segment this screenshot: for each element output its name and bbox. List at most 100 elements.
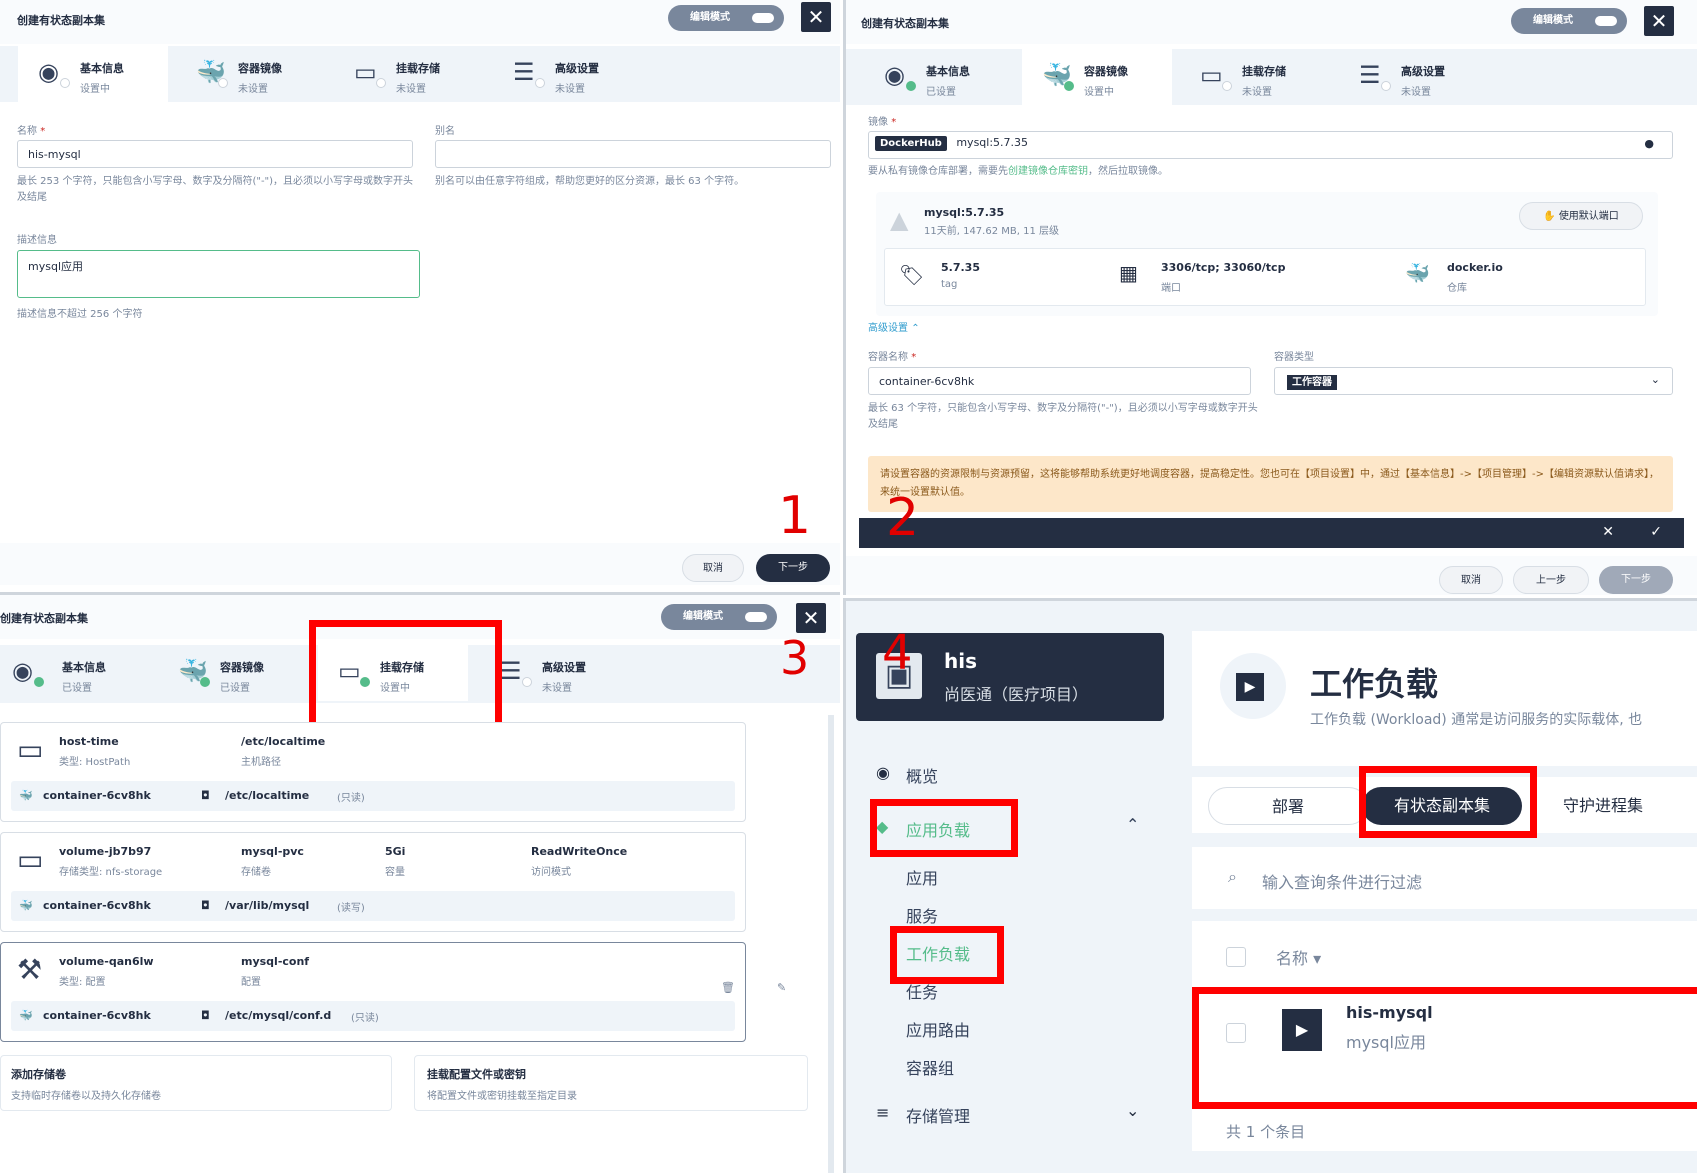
annotation-2: 2: [886, 488, 920, 548]
annotation-3: 3: [780, 631, 810, 685]
tab-container-image[interactable]: 🐳 容器镜像 设置中: [1022, 49, 1172, 105]
desc-label: 描述信息: [17, 235, 57, 246]
docker-icon: 🐳: [178, 657, 210, 687]
hand-icon: ✋: [1543, 211, 1556, 222]
step-tabs: ◉ 基本信息 设置中 🐳 容器镜像 未设置 ▭ 挂载存储 未设置 ☰ 高级设置 …: [0, 46, 840, 102]
next-button[interactable]: 下一步: [756, 554, 830, 582]
use-default-ports-button[interactable]: ✋ 使用默认端口: [1519, 202, 1643, 230]
close-button[interactable]: ✕: [801, 2, 831, 32]
dialog-title: 创建有状态副本集: [17, 14, 105, 27]
mount-path: /etc/localtime: [225, 789, 310, 802]
cancel-icon[interactable]: ✕: [1602, 524, 1614, 540]
nav-apps[interactable]: 应用: [906, 865, 938, 889]
add-volume-card[interactable]: 添加存储卷 支持临时存储卷以及持久化存储卷: [0, 1055, 392, 1111]
tab-storage[interactable]: ▭ 挂载存储 未设置: [1180, 49, 1330, 105]
disk-icon: ▭: [1200, 61, 1232, 91]
nav-storage[interactable]: 存储管理: [906, 1103, 970, 1127]
annotation-1: 1: [778, 486, 812, 546]
tab-advanced[interactable]: ☰ 高级设置 未设置: [480, 645, 630, 701]
prev-button[interactable]: 上一步: [1513, 566, 1589, 594]
edit-mode-toggle[interactable]: 编辑模式: [1511, 8, 1627, 34]
volume-source-label: 存储卷: [241, 867, 271, 878]
tag-icon: 🏷: [899, 263, 925, 287]
edit-mode-toggle[interactable]: 编辑模式: [661, 604, 777, 630]
search-bar[interactable]: ⌕ 输入查询条件进行过滤: [1192, 847, 1697, 909]
port-icon: ▦: [1119, 261, 1138, 285]
container-type-select[interactable]: 工作容器 ⌄: [1274, 367, 1673, 395]
highlight-storage-tab: [309, 620, 502, 732]
cancel-button[interactable]: 取消: [682, 554, 744, 582]
volume-name: volume-jb7b97: [59, 845, 152, 858]
camera-icon: ◘: [201, 789, 210, 802]
nav-routes[interactable]: 应用路由: [906, 1017, 970, 1041]
project-desc: 尚医通（医疗项目）: [944, 685, 1089, 704]
scrollbar[interactable]: [828, 715, 834, 1173]
docker-icon: 🐳: [19, 789, 33, 802]
volume-type: 类型: 配置: [59, 977, 106, 988]
docker-icon: ●: [1644, 137, 1654, 150]
volume-access-mode-label: 访问模式: [531, 867, 571, 878]
name-hint: 最长 253 个字符，只能包含小写字母、数字及分隔符("-")，且必须以小写字母…: [17, 176, 414, 203]
chevron-up-icon[interactable]: ⌃: [1126, 815, 1139, 834]
create-secret-link[interactable]: 创建镜像仓库密钥: [1008, 166, 1088, 177]
highlight-workloads: [890, 926, 1004, 984]
tab-storage[interactable]: ▭ 挂载存储 未设置: [334, 46, 484, 102]
delete-icon[interactable]: 🗑: [721, 981, 735, 994]
volume-card[interactable]: ▭ host-time 类型: HostPath /etc/localtime …: [0, 722, 746, 822]
volume-source: mysql-conf: [241, 955, 310, 968]
close-button[interactable]: ✕: [796, 603, 826, 633]
tab-advanced[interactable]: ☰ 高级设置 未设置: [1339, 49, 1489, 105]
edit-icon[interactable]: ✎: [777, 981, 786, 994]
tab-deployments[interactable]: 部署: [1208, 787, 1368, 825]
tab-container-image[interactable]: 🐳 容器镜像 未设置: [176, 46, 326, 102]
cancel-button[interactable]: 取消: [1439, 566, 1503, 594]
image-info-card: ▲ mysql:5.7.35 11天前, 147.62 MB, 11 层级 ✋ …: [876, 192, 1658, 316]
nav-services[interactable]: 服务: [906, 903, 938, 927]
tab-container-image[interactable]: 🐳 容器镜像 已设置: [158, 645, 308, 701]
add-volume-desc: 支持临时存储卷以及持久化存储卷: [11, 1091, 161, 1102]
dialog-header: 创建有状态副本集 编辑模式 ✕: [846, 0, 1697, 44]
confirm-icon[interactable]: ✓: [1650, 524, 1662, 540]
tab-basic-info[interactable]: ◉ 基本信息 已设置: [864, 49, 1014, 105]
select-all-checkbox[interactable]: [1226, 947, 1246, 967]
alias-input[interactable]: [435, 140, 831, 168]
disk-icon: ▭: [17, 843, 44, 876]
tab-basic-info[interactable]: ◉ 基本信息 已设置: [0, 645, 150, 701]
tab-advanced[interactable]: ☰ 高级设置 未设置: [493, 46, 643, 102]
overview-icon: ◉: [876, 763, 890, 782]
volume-name: volume-qan6lw: [59, 955, 154, 968]
nav-overview[interactable]: 概览: [906, 763, 938, 787]
image-meta: 11天前, 147.62 MB, 11 层级: [924, 226, 1059, 237]
tab-daemonsets[interactable]: 守护进程集: [1518, 787, 1688, 825]
nav-jobs[interactable]: 任务: [906, 979, 938, 1003]
alias-label: 别名: [435, 126, 455, 137]
chevron-down-icon[interactable]: ⌄: [1126, 1101, 1139, 1120]
container-name-input[interactable]: container-6cv8hk: [868, 367, 1251, 395]
desc-textarea[interactable]: mysql应用: [17, 250, 420, 298]
column-name[interactable]: 名称 ▾: [1276, 945, 1321, 969]
step-tabs: ◉ 基本信息 已设置 🐳 容器镜像 设置中 ▭ 挂载存储 未设置 ☰ 高级设置 …: [846, 49, 1697, 105]
volume-mount-row: 🐳 container-6cv8hk ◘ /etc/mysql/conf.d (…: [11, 1001, 735, 1031]
sliders-icon: ☰: [513, 58, 545, 88]
nav-pods[interactable]: 容器组: [906, 1055, 954, 1079]
volume-card[interactable]: ⚒ volume-qan6lw 类型: 配置 mysql-conf 配置 🗑 ✎…: [0, 942, 786, 1042]
disk-icon: ▭: [354, 58, 386, 88]
play-icon: ▶: [1236, 673, 1264, 701]
docker-icon: 🐳: [1042, 61, 1074, 91]
docker-icon: 🐳: [196, 58, 228, 88]
advanced-toggle[interactable]: 高级设置 ⌃: [868, 319, 920, 334]
close-button[interactable]: ✕: [1644, 6, 1674, 36]
image-value: mysql:5.7.35: [956, 136, 1029, 149]
image-name: mysql:5.7.35: [924, 206, 1005, 219]
dialog-header: 创建有状态副本集 编辑模式 ✕: [0, 0, 840, 44]
next-button[interactable]: 下一步: [1599, 566, 1673, 594]
edit-mode-toggle[interactable]: 编辑模式: [668, 5, 784, 31]
volume-card[interactable]: ▭ volume-jb7b97 存储类型: nfs-storage mysql-…: [0, 832, 746, 932]
mount-config-card[interactable]: 挂载配置文件或密钥 将配置文件或密钥挂载至指定目录: [414, 1055, 808, 1111]
resource-warning: 请设置容器的资源限制与资源预留，这将能够帮助系统更好地调度容器，提高稳定性。您也…: [868, 456, 1673, 512]
tab-basic-info[interactable]: ◉ 基本信息 设置中: [18, 46, 168, 102]
volume-access-mode: ReadWriteOnce: [531, 845, 628, 858]
name-input[interactable]: his-mysql: [17, 140, 413, 168]
volume-capacity-label: 容量: [385, 867, 405, 878]
image-input[interactable]: DockerHub mysql:5.7.35 ●: [868, 131, 1673, 159]
